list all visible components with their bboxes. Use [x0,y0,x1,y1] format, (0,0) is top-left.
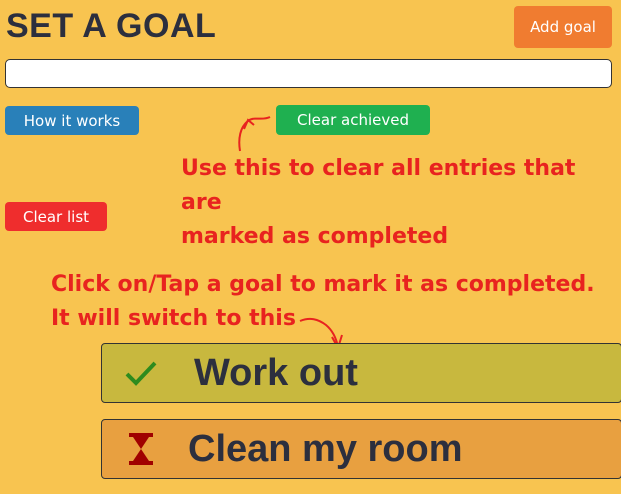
goal-label: Clean my room [188,427,463,470]
page-title: SET A GOAL [6,7,217,45]
tap-goal-note-line1: Click on/Tap a goal to mark it as comple… [51,272,595,297]
add-goal-button[interactable]: Add goal [514,6,612,48]
clear-achieved-note: Use this to clear all entries that are m… [181,152,621,254]
clear-achieved-note-line1: Use this to clear all entries that are [181,156,576,215]
goal-item-completed[interactable]: Work out [101,343,621,403]
hourglass-icon [116,432,166,466]
goal-input[interactable] [5,59,612,88]
goal-item-pending[interactable]: Clean my room [101,419,621,479]
annotation-arrow-clear [238,116,271,152]
clear-achieved-button[interactable]: Clear achieved [276,105,430,135]
checkmark-icon [116,359,166,387]
how-it-works-button[interactable]: How it works [5,106,139,135]
clear-achieved-note-line2: marked as completed [181,224,449,249]
goal-label: Work out [194,351,358,394]
clear-list-button[interactable]: Clear list [5,202,107,231]
